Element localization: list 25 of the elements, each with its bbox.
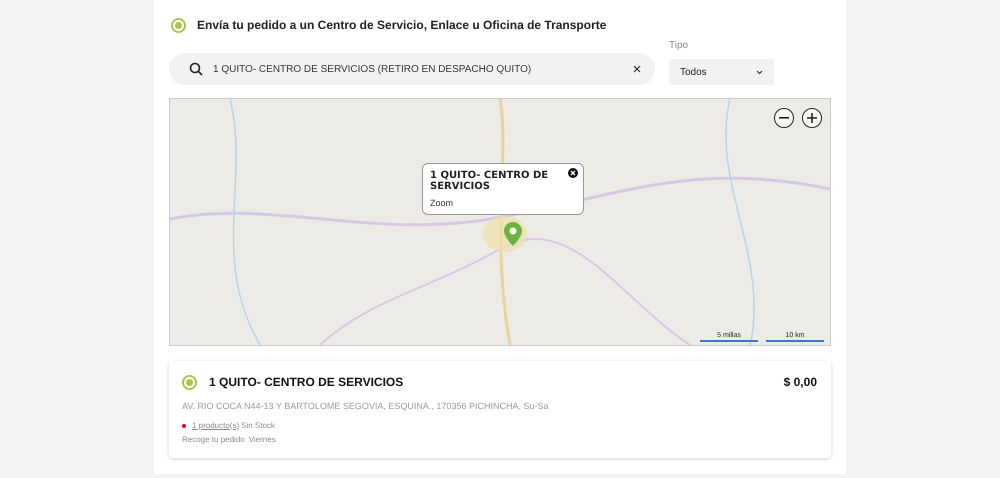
plus-icon [807,113,817,123]
field-label: Tipo [669,39,690,53]
zoom-out-button[interactable] [774,108,794,128]
search-icon [189,62,203,76]
store-name: 1 QUITO- CENTRO DE SERVICIOS [209,374,404,391]
pickup-label: Recoge tu pedido [182,434,245,446]
product-link[interactable]: 1 producto(s) [192,420,240,432]
zoom-in-button[interactable] [802,108,822,128]
close-icon[interactable] [568,168,578,178]
store-address: AV. RIO COCA N44-13 Y BARTOLOME SEGOVIA, ESQUINA., 170356 PICHINCHA, Su-Sa [182,400,550,413]
stock-status: Sin Stock [241,420,275,432]
store-card[interactable]: 1 QUITO- CENTRO DE SERVICIOS $ 0,00 AV. RIO COCA N44-13 Y BARTOLOME SEGOVIA, ESQUINA., 170356 PICHINCHA, Su-Sa 1 producto(s) Sin Stock Recoge tu pedido Viernes [169,361,831,458]
option-label: Envía tu pedido a un Centro de Servicio, Enlace u Oficina de Transporte [197,17,606,34]
zoom-link[interactable]: Zoom [430,197,576,210]
radio-button[interactable] [171,18,186,32]
caret-icon [756,70,763,74]
clear-icon[interactable] [633,65,641,73]
radio-button[interactable] [182,374,197,390]
minus-icon [779,117,789,119]
search-field[interactable]: 1 QUITO- CENTRO DE SERVICIOS (RETIRO EN DESPACHO QUITO) [169,53,655,85]
price: $ 0,00 [784,374,818,391]
type-select[interactable]: Todos [669,59,774,85]
popup-title: 1 QUITO- CENTRO DE SERVICIOS [430,170,550,192]
pickup-day: Viernes [248,434,276,446]
map-pin-icon[interactable] [504,222,522,246]
